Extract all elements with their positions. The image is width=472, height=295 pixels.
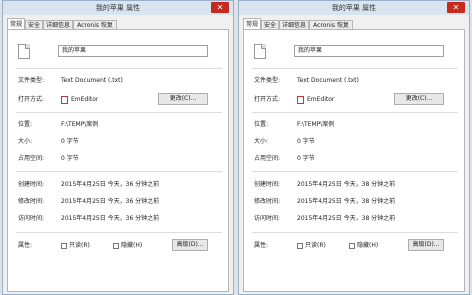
readonly-checkbox[interactable] xyxy=(297,243,303,249)
hidden-checkbox[interactable] xyxy=(349,243,355,249)
accessed-label: 访问时间: xyxy=(254,215,281,222)
tab-details[interactable]: 详细信息 xyxy=(43,20,73,29)
location-label: 位置: xyxy=(18,121,33,128)
divider xyxy=(252,171,458,172)
open-with-value: EmEditor xyxy=(71,96,99,103)
text-file-icon xyxy=(254,44,266,59)
open-with-value: EmEditor xyxy=(307,96,335,103)
title-bar[interactable]: 我的苹果 属性 ✕ xyxy=(3,1,233,15)
attributes-label: 属性: xyxy=(18,242,33,249)
location-value: F:\TEMP\案例 xyxy=(61,121,99,128)
size-on-disk-value: 0 字节 xyxy=(61,155,79,162)
text-file-icon xyxy=(18,44,30,59)
hidden-checkbox[interactable] xyxy=(113,243,119,249)
size-value: 0 字节 xyxy=(297,138,315,145)
hidden-label: 隐藏(H) xyxy=(121,242,143,249)
tab-security[interactable]: 安全 xyxy=(25,20,43,29)
accessed-label: 访问时间: xyxy=(18,215,45,222)
attributes-label: 属性: xyxy=(254,242,269,249)
size-label: 大小: xyxy=(18,138,33,145)
modified-value: 2015年4月25日 今天，38 分钟之前 xyxy=(297,198,396,205)
properties-window-left: 我的苹果 属性 ✕ 常规 安全 详细信息 Acronis 恢复 我的苹果 文件类… xyxy=(2,0,234,295)
created-label: 创建时间: xyxy=(18,181,45,188)
created-label: 创建时间: xyxy=(254,181,281,188)
modified-label: 修改时间: xyxy=(18,198,45,205)
tab-details[interactable]: 详细信息 xyxy=(279,20,309,29)
tab-security[interactable]: 安全 xyxy=(261,20,279,29)
change-button[interactable]: 更改(C)... xyxy=(394,93,444,105)
properties-window-right: 我的苹果 属性 ✕ 常规 安全 详细信息 Acronis 恢复 我的苹果 文件类… xyxy=(238,0,470,295)
created-value: 2015年4月25日 今天，36 分钟之前 xyxy=(61,181,160,188)
size-on-disk-label: 占用空间: xyxy=(254,155,281,162)
open-with-label: 打开方式: xyxy=(18,96,45,103)
divider xyxy=(252,68,458,69)
emeditor-icon xyxy=(61,96,68,104)
divider xyxy=(252,112,458,113)
created-value: 2015年4月25日 今天，38 分钟之前 xyxy=(297,181,396,188)
advanced-button[interactable]: 高级(D)... xyxy=(172,239,208,251)
window-title: 我的苹果 属性 xyxy=(95,4,141,12)
size-on-disk-value: 0 字节 xyxy=(297,155,315,162)
advanced-button[interactable]: 高级(D)... xyxy=(408,239,444,251)
change-button[interactable]: 更改(C)... xyxy=(158,93,208,105)
accessed-value: 2015年4月25日 今天，38 分钟之前 xyxy=(297,215,396,222)
divider xyxy=(16,112,222,113)
divider xyxy=(16,171,222,172)
location-label: 位置: xyxy=(254,121,269,128)
hidden-label: 隐藏(H) xyxy=(357,242,379,249)
tab-general[interactable]: 常规 xyxy=(243,18,261,29)
divider xyxy=(16,68,222,69)
close-button[interactable]: ✕ xyxy=(211,2,229,13)
close-button[interactable]: ✕ xyxy=(447,2,465,13)
readonly-label: 只读(R) xyxy=(305,242,326,249)
file-type-value: Text Document (.txt) xyxy=(297,77,359,84)
modified-label: 修改时间: xyxy=(254,198,281,205)
file-type-label: 文件类型: xyxy=(254,77,281,84)
size-value: 0 字节 xyxy=(61,138,79,145)
size-on-disk-label: 占用空间: xyxy=(18,155,45,162)
open-with-label: 打开方式: xyxy=(254,96,281,103)
divider xyxy=(252,232,458,233)
readonly-label: 只读(R) xyxy=(69,242,90,249)
size-label: 大小: xyxy=(254,138,269,145)
divider xyxy=(16,232,222,233)
emeditor-icon xyxy=(297,96,304,104)
readonly-checkbox[interactable] xyxy=(61,243,67,249)
accessed-value: 2015年4月25日 今天，36 分钟之前 xyxy=(61,215,160,222)
window-title: 我的苹果 属性 xyxy=(331,4,377,12)
file-type-value: Text Document (.txt) xyxy=(61,77,123,84)
file-name-input[interactable]: 我的苹果 xyxy=(58,45,208,57)
general-panel: 我的苹果 文件类型: Text Document (.txt) 打开方式: Em… xyxy=(7,29,229,292)
tab-acronis-recovery[interactable]: Acronis 恢复 xyxy=(309,20,353,29)
modified-value: 2015年4月25日 今天，36 分钟之前 xyxy=(61,198,160,205)
tab-general[interactable]: 常规 xyxy=(7,18,25,29)
location-value: F:\TEMP\案例 xyxy=(297,121,335,128)
general-panel: 我的苹果 文件类型: Text Document (.txt) 打开方式: Em… xyxy=(243,29,465,292)
tab-acronis-recovery[interactable]: Acronis 恢复 xyxy=(73,20,117,29)
file-type-label: 文件类型: xyxy=(18,77,45,84)
file-name-input[interactable]: 我的苹果 xyxy=(294,45,444,57)
title-bar[interactable]: 我的苹果 属性 ✕ xyxy=(239,1,469,15)
